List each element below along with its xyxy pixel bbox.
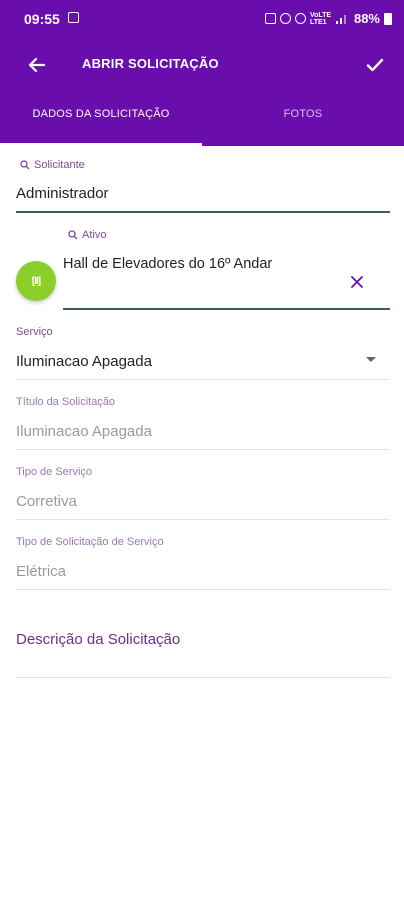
servico-label: Serviço <box>16 326 53 338</box>
tab-indicator <box>0 143 202 146</box>
tipo-servico-label: Tipo de Serviço <box>16 466 93 478</box>
battery-icon <box>384 12 392 25</box>
battery-percent: 88% <box>353 11 380 26</box>
scan-qrcode-button[interactable]: [II] <box>16 261 56 301</box>
titulo-underline <box>16 449 390 450</box>
titulo-field: Iluminacao Apagada <box>16 423 152 440</box>
titulo-label: Título da Solicitação <box>16 396 116 408</box>
close-icon <box>351 276 363 288</box>
status-time: 09:55 <box>24 11 60 27</box>
arrow-left-icon <box>28 57 46 73</box>
chevron-down-icon[interactable] <box>366 357 376 362</box>
ativo-label: Ativo <box>68 229 106 241</box>
clear-ativo-button[interactable] <box>346 271 368 293</box>
tipo-solicitacao-label: Tipo de Solicitação de Serviço <box>16 536 164 548</box>
tipo-solicitacao-field: Elétrica <box>16 563 67 580</box>
confirm-button[interactable] <box>360 50 390 80</box>
signal-icon <box>335 15 346 24</box>
toolbar: ABRIR SOLICITAÇÃO <box>0 44 404 84</box>
solicitante-label-text: Solicitante <box>34 159 85 171</box>
check-icon <box>366 58 384 72</box>
search-icon <box>20 160 30 170</box>
photo-icon <box>68 12 79 23</box>
tab-dados-da-solicitacao[interactable]: DADOS DA SOLICITAÇÃO <box>0 100 202 146</box>
ativo-input[interactable]: Hall de Elevadores do 16º Andar <box>63 256 272 272</box>
tipo-servico-field: Corretiva <box>16 493 77 510</box>
solicitante-label: Solicitante <box>20 159 85 171</box>
status-bar: 09:55 VoLTE LTE1 88% <box>0 8 404 32</box>
app-bar: 09:55 VoLTE LTE1 88% ABRIR SOLICITAÇÃO D… <box>0 0 404 146</box>
alarm-icon <box>279 13 291 24</box>
descricao-input[interactable]: Descrição da Solicitação <box>16 631 180 648</box>
servico-underline <box>16 379 390 380</box>
tab-bar: DADOS DA SOLICITAÇÃO FOTOS <box>0 100 404 146</box>
network-text: VoLTE LTE1 <box>309 11 332 26</box>
tab-fotos[interactable]: FOTOS <box>202 100 404 146</box>
battery-saver-icon <box>264 13 276 24</box>
mute-icon <box>294 13 306 24</box>
page-title: ABRIR SOLICITAÇÃO <box>82 56 219 71</box>
servico-select[interactable]: Iluminacao Apagada <box>16 353 152 370</box>
ativo-underline <box>63 308 390 310</box>
back-button[interactable] <box>22 50 52 80</box>
solicitante-underline <box>16 211 390 213</box>
solicitante-input[interactable]: Administrador <box>16 185 109 202</box>
search-icon <box>68 230 78 240</box>
barcode-icon: [II] <box>31 275 41 287</box>
tipo-servico-underline <box>16 519 390 520</box>
tipo-solicitacao-underline <box>16 589 390 590</box>
ativo-label-text: Ativo <box>82 229 107 241</box>
descricao-underline <box>16 677 390 678</box>
